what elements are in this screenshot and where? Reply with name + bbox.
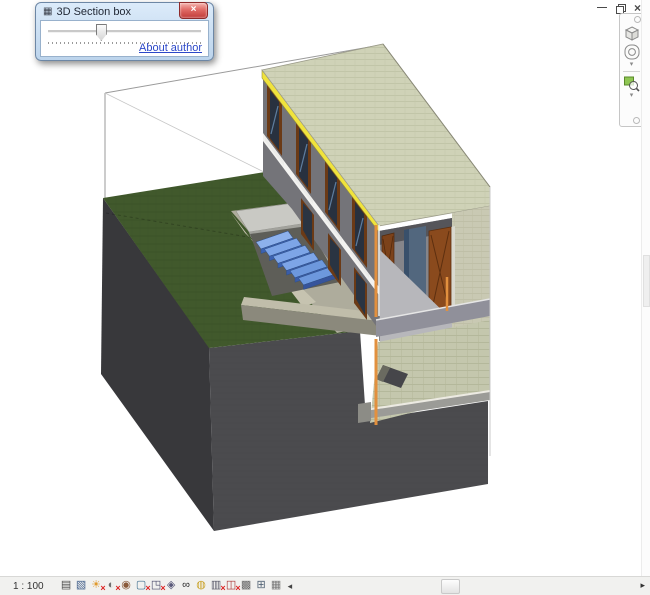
vertical-scroll-thumb[interactable] [643, 255, 650, 307]
navbar-handle[interactable] [634, 16, 641, 23]
zoom-region-icon [624, 76, 640, 92]
3d-model-viewport[interactable] [0, 0, 650, 595]
dialog-title-bar[interactable]: ▦ 3D Section box × [40, 2, 209, 20]
restore-button[interactable] [616, 3, 626, 14]
steering-wheel-button[interactable] [622, 43, 642, 61]
scroll-right-arrow[interactable]: ▸ [640, 580, 645, 591]
revit-3d-view: ▦ 3D Section box × About author — × ▾ ▾ … [0, 0, 650, 595]
window-controls: — × [597, 2, 641, 14]
show-analytical-model-icon[interactable]: ◫ × [225, 579, 241, 593]
collapse-arrow-icon[interactable]: ◂ [288, 581, 293, 592]
view-cube-button[interactable] [622, 24, 642, 43]
minimize-button[interactable]: — [597, 3, 607, 13]
scale-button[interactable]: 1 : 100 [13, 581, 44, 592]
temporary-hide-isolate-icon[interactable]: ∞ [180, 579, 193, 593]
vertical-scrollbar[interactable] [641, 0, 650, 577]
view-control-bar: 1 : 100 ▤ ▧ ☀ × ◐ × ◉ ▢ × ◳ × ◈ ∞ ◍ ▥ × ◫ × ▩ ⊞ ▦ ◂ [0, 576, 650, 595]
dialog-icon: ▦ [43, 5, 53, 17]
section-box-dialog: ▦ 3D Section box × About author [35, 2, 214, 61]
show-crop-region-icon[interactable]: ◳ × [150, 579, 166, 593]
zoom-region-button[interactable] [623, 75, 640, 92]
unlocked-3d-view-icon[interactable]: ◈ [165, 579, 178, 593]
worksharing-display-icon[interactable]: ⊞ [255, 579, 268, 593]
zoom-menu-button[interactable]: ▾ [630, 92, 634, 99]
detail-level-icon[interactable]: ▤ [60, 579, 73, 593]
shadows-icon[interactable]: ◐ × [105, 579, 121, 593]
about-author-link[interactable]: About author [139, 42, 202, 54]
section-box-slider-track[interactable] [48, 30, 201, 33]
navbar-options[interactable] [633, 117, 640, 124]
steering-wheel-menu-button[interactable]: ▾ [630, 61, 634, 68]
steering-wheel-icon [624, 44, 639, 60]
guide-grid-icon[interactable]: ▦ [270, 579, 283, 593]
dialog-title: 3D Section box [56, 5, 132, 18]
crop-view-icon[interactable]: ▢ × [135, 579, 151, 593]
section-box-slider-thumb[interactable] [95, 24, 107, 41]
close-button[interactable]: × [634, 2, 641, 14]
dialog-body: About author [40, 20, 209, 57]
temporary-view-properties-icon[interactable]: ▥ × [210, 579, 226, 593]
view-cube-icon [624, 26, 639, 41]
dialog-close-button[interactable]: × [179, 2, 208, 19]
highlight-displacement-icon[interactable]: ▩ [240, 579, 253, 593]
view-control-icons: ▤ ▧ ☀ × ◐ × ◉ ▢ × ◳ × ◈ ∞ ◍ ▥ × ◫ × ▩ ⊞ ▦ [60, 579, 283, 593]
rendering-dialog-icon[interactable]: ◉ [120, 579, 133, 593]
sun-path-icon[interactable]: ☀ × [90, 579, 105, 593]
horizontal-scroll-thumb[interactable] [441, 579, 460, 594]
visual-style-icon[interactable]: ▧ [75, 579, 88, 593]
reveal-hidden-elements-icon[interactable]: ◍ [195, 579, 208, 593]
navbar-divider [623, 71, 640, 72]
